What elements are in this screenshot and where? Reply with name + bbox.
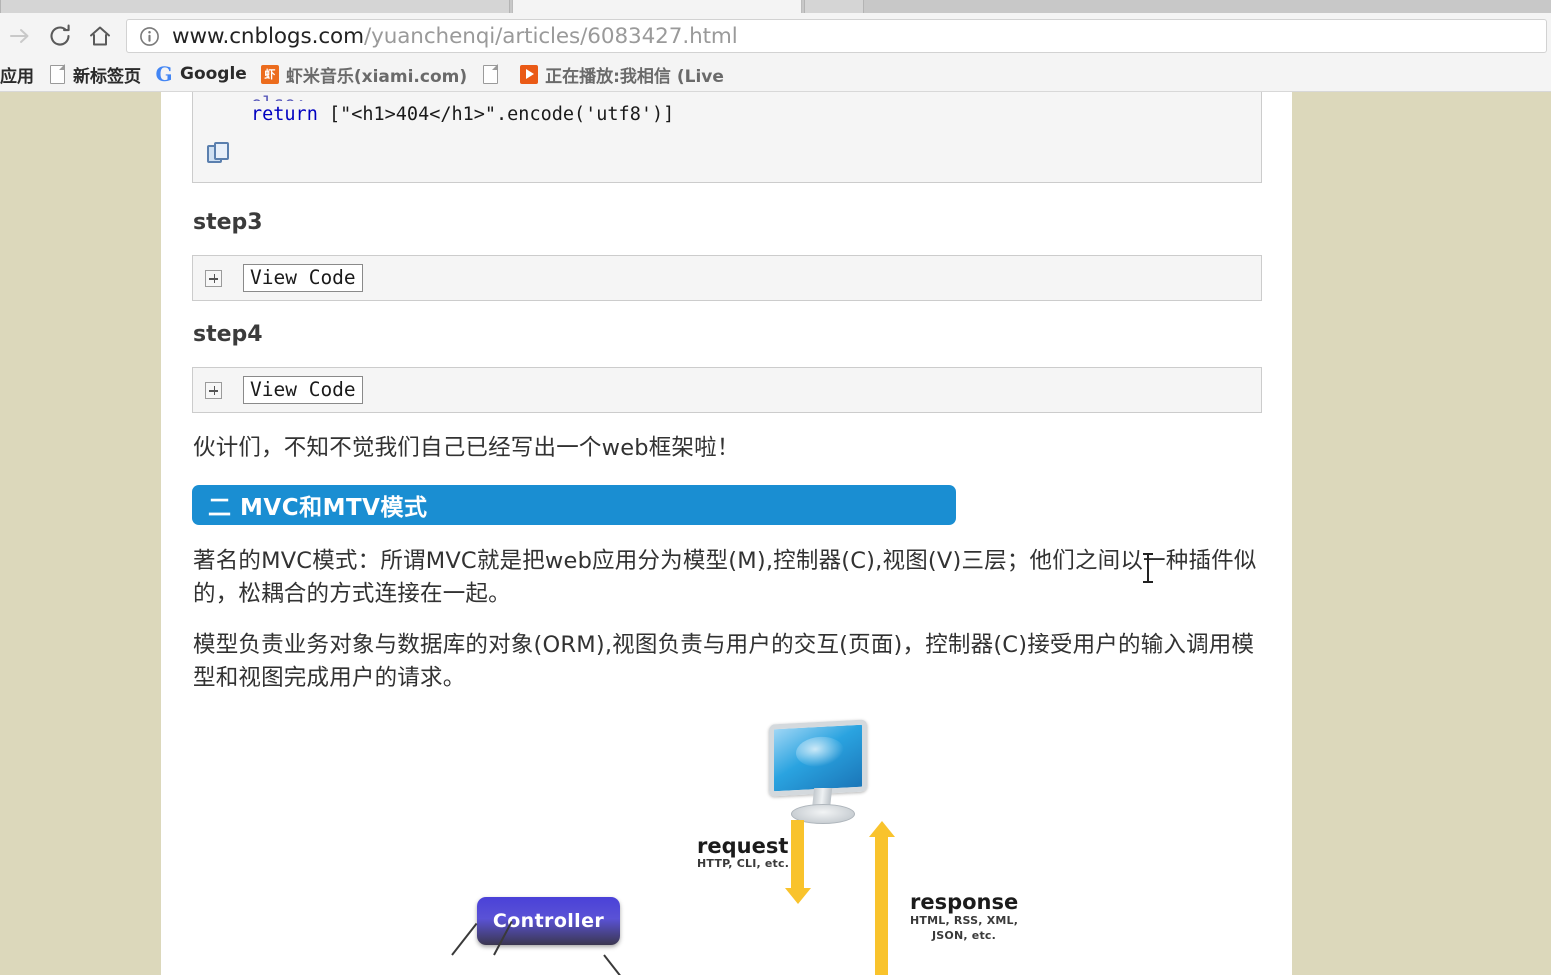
browser-tab[interactable]	[0, 0, 510, 13]
xiami-music-icon: 虾	[260, 64, 279, 84]
page-content-area: else: return ["<h1>404</h1>".encode('utf…	[161, 92, 1292, 975]
response-arrow-head	[868, 821, 895, 837]
response-sublabel-1: HTML, RSS, XML,	[910, 914, 1019, 927]
expand-plus-icon[interactable]	[205, 269, 222, 287]
code-rest: ["<h1>404</h1>".encode('utf8')]	[317, 104, 675, 125]
bookmark-bar: 应用 新标签页 G Google 虾 虾米音乐(xiami.com) 正在播放:…	[0, 57, 1551, 92]
code-keyword: return	[251, 104, 318, 125]
controller-link-right	[603, 954, 630, 975]
bookmark-untitled[interactable]	[474, 59, 513, 89]
url-path: /yuanchenqi/articles/6083427.html	[363, 23, 738, 49]
code-line: return ["<h1>404</h1>".encode('utf8')]	[193, 101, 1261, 130]
paragraph-mvc-definition: 著名的MVC模式：所谓MVC就是把web应用分为模型(M),控制器(C),视图(…	[193, 548, 1257, 607]
bookmark-label: 正在播放:我相信 (Live	[545, 66, 724, 87]
response-arrow-shaft	[875, 837, 888, 975]
bookmark-xiami-music[interactable]: 虾 虾米音乐(xiami.com)	[254, 59, 474, 89]
controller-node: Controller	[477, 897, 620, 945]
mvc-diagram: request HTTP, CLI, etc. response HTML, R…	[432, 702, 1072, 975]
site-info-icon[interactable]	[139, 26, 160, 47]
response-label: response	[910, 890, 1019, 914]
bookmark-label: Google	[180, 64, 247, 84]
text-cursor	[1143, 553, 1153, 583]
section-banner-text: 二 MVC和MTV模式	[208, 495, 428, 521]
tab-strip	[0, 0, 1551, 13]
expand-plus-icon[interactable]	[205, 381, 222, 399]
browser-chrome: www.cnblogs.com/yuanchenqi/articles/6083…	[0, 0, 1551, 92]
bookmark-apps[interactable]: 应用	[0, 59, 41, 89]
forward-arrow-icon[interactable]	[0, 16, 40, 56]
request-sublabel: HTTP, CLI, etc.	[697, 857, 790, 870]
address-bar[interactable]: www.cnblogs.com/yuanchenqi/articles/6083…	[126, 19, 1547, 53]
controller-link-left	[451, 922, 478, 956]
copy-code-icon[interactable]	[207, 141, 233, 166]
bookmark-now-playing[interactable]: 正在播放:我相信 (Live	[513, 59, 731, 89]
paragraph-intro: 伙计们，不知不觉我们自己已经写出一个web框架啦！	[193, 435, 740, 461]
document-icon	[481, 63, 499, 84]
browser-tab[interactable]	[804, 0, 864, 13]
bookmark-google[interactable]: G Google	[148, 59, 254, 89]
section-heading-step3: step3	[193, 210, 263, 235]
code-block: else: return ["<h1>404</h1>".encode('utf…	[192, 92, 1262, 183]
google-g-icon: G	[155, 62, 173, 86]
browser-toolbar: www.cnblogs.com/yuanchenqi/articles/6083…	[0, 15, 1551, 57]
bookmark-label: 应用	[0, 66, 34, 87]
response-sublabel-2: JSON, etc.	[932, 929, 996, 942]
home-icon[interactable]	[80, 16, 120, 56]
section-heading-step4: step4	[193, 322, 263, 347]
browser-tab-active[interactable]	[512, 0, 802, 13]
page-viewport: else: return ["<h1>404</h1>".encode('utf…	[0, 92, 1551, 975]
request-arrow-shaft	[791, 820, 804, 892]
request-label: request	[697, 834, 789, 858]
view-code-button[interactable]: View Code	[243, 263, 363, 293]
url-text: www.cnblogs.com/yuanchenqi/articles/6083…	[172, 24, 738, 49]
play-icon	[520, 64, 539, 84]
code-line-clipped: else:	[193, 92, 1261, 101]
bookmark-new-tab[interactable]: 新标签页	[41, 59, 148, 89]
view-code-box-step3[interactable]: View Code	[192, 255, 1262, 301]
bookmark-label: 虾米音乐(xiami.com)	[285, 66, 468, 87]
paragraph-mvc-roles: 模型负责业务对象与数据库的对象(ORM),视图负责与用户的交互(页面)，控制器(…	[193, 632, 1255, 691]
url-host: www.cnblogs.com	[172, 23, 364, 49]
view-code-box-step4[interactable]: View Code	[192, 367, 1262, 413]
computer-monitor-icon	[767, 719, 877, 824]
bookmark-label: 新标签页	[73, 66, 141, 87]
section-banner-mvc-mtv: 二 MVC和MTV模式	[192, 485, 956, 525]
reload-icon[interactable]	[40, 16, 80, 56]
request-arrow-head	[784, 888, 811, 904]
document-icon	[48, 63, 66, 84]
view-code-button[interactable]: View Code	[243, 375, 363, 405]
